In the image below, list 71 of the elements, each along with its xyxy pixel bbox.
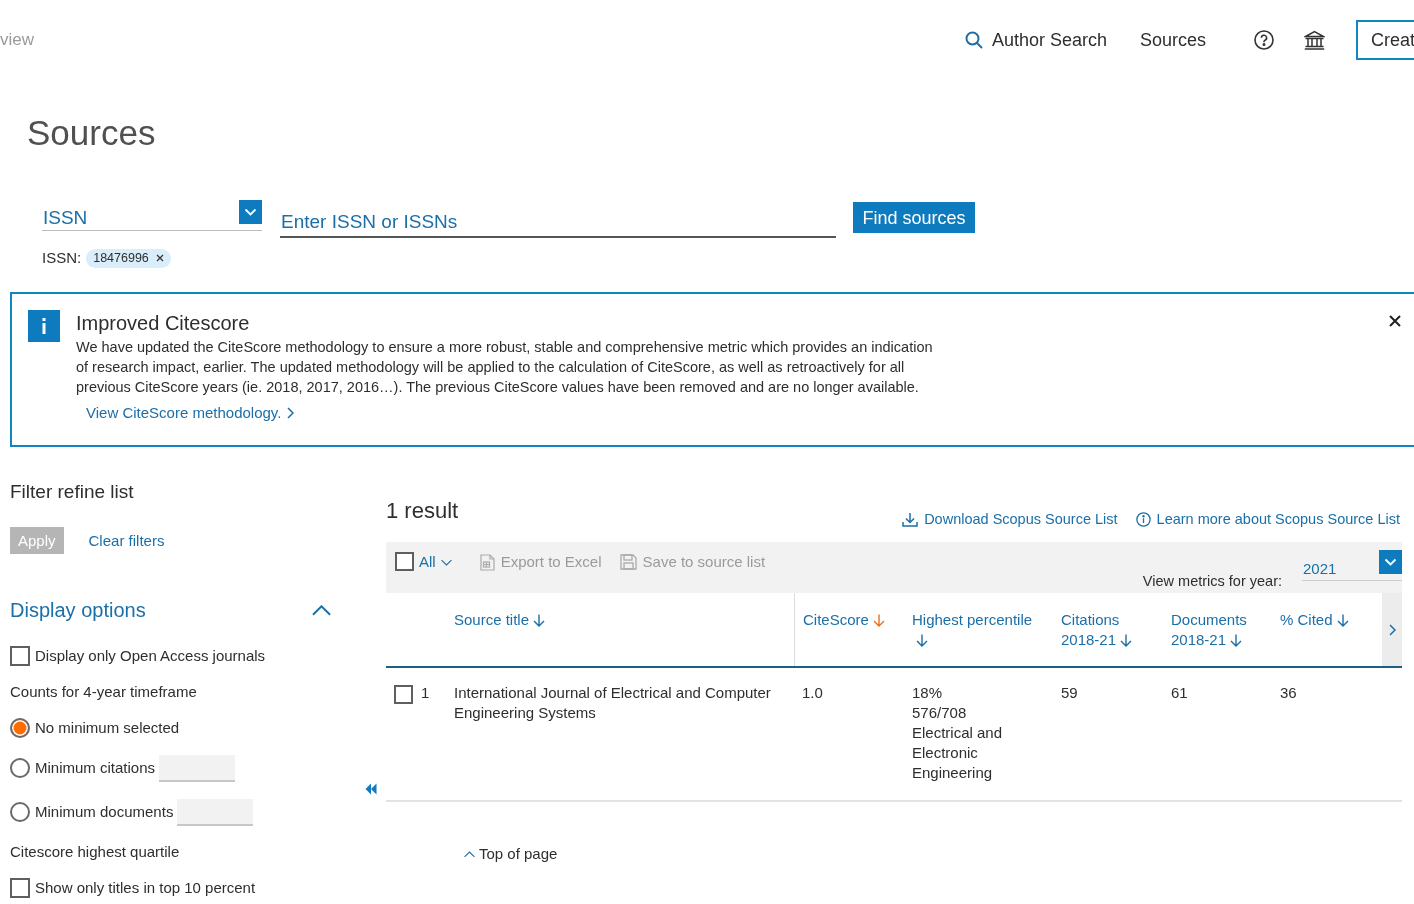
checkbox-label: Display only Open Access journals bbox=[35, 646, 266, 666]
checkbox[interactable] bbox=[10, 646, 30, 666]
radio-button[interactable] bbox=[10, 802, 30, 822]
spreadsheet-icon bbox=[479, 553, 495, 571]
table-cell-text: Electrical and Electronic Engineering bbox=[912, 723, 1004, 783]
filter-label: ISSN: bbox=[42, 248, 82, 268]
top-of-page-link[interactable]: Top of page bbox=[464, 844, 558, 864]
search-type-select[interactable]: ISSN bbox=[42, 200, 262, 231]
table-cell: 1.0 bbox=[802, 684, 823, 701]
column-header[interactable]: CiteScore bbox=[803, 610, 885, 630]
table-cell: 18% bbox=[912, 684, 943, 701]
checkbox[interactable] bbox=[395, 552, 414, 571]
close-icon[interactable] bbox=[155, 254, 164, 262]
filter-title: Filter refine list bbox=[10, 480, 134, 504]
caret-icon bbox=[440, 558, 452, 566]
radio-button[interactable] bbox=[10, 758, 30, 778]
find-sources-button[interactable]: Find sources bbox=[853, 202, 975, 233]
table-cell: 59 bbox=[1061, 684, 1078, 701]
checkbox[interactable] bbox=[10, 878, 30, 898]
column-header[interactable]: % Cited bbox=[1280, 610, 1349, 630]
header-link[interactable]: view bbox=[0, 30, 34, 50]
sources-link[interactable]: Sources bbox=[1139, 30, 1206, 50]
close-icon[interactable] bbox=[1389, 315, 1401, 327]
radio-button[interactable] bbox=[10, 718, 30, 738]
create-button[interactable]: Creat bbox=[1356, 20, 1414, 60]
download-icon bbox=[902, 511, 919, 527]
chevron-up-icon[interactable] bbox=[312, 604, 331, 616]
table-cell: 576/708 bbox=[912, 704, 967, 721]
table-cell: 61 bbox=[1171, 684, 1188, 701]
chevron-down-icon bbox=[1379, 550, 1402, 574]
column-header[interactable]: Citations 2018-21 bbox=[1061, 610, 1155, 650]
column-header[interactable]: Highest percentile bbox=[912, 610, 1045, 650]
info-icon bbox=[1135, 511, 1151, 527]
column-header[interactable]: Documents 2018-21 bbox=[1171, 610, 1264, 650]
banner-text: We have updated the CiteScore methodology to ensure a more robust, stable and comprehensive metric which provides an indication of research impact, earlier. The updated methodology will be applied to the calculation of CiteScore, as well as retroactively for all previous CiteScore years (ie. 2018, 2017, 2016…). The previous CiteScore values have been removed and are no longer available. bbox=[76, 338, 934, 397]
banner-title: Improved Citescore bbox=[76, 311, 250, 335]
radio-label: No minimum selected bbox=[35, 718, 180, 738]
search-icon bbox=[964, 31, 983, 49]
download-link[interactable]: Download Scopus Source List bbox=[902, 509, 1118, 529]
clear-filters-link[interactable]: Clear filters bbox=[88, 530, 165, 551]
column-header[interactable]: Source title bbox=[454, 610, 546, 630]
save-icon bbox=[619, 554, 637, 570]
double-arrow-left-icon[interactable] bbox=[365, 783, 377, 795]
filter-chip[interactable]: 18476996 bbox=[86, 248, 171, 268]
section-title: Display options bbox=[10, 600, 146, 620]
year-label: View metrics for year: bbox=[1142, 572, 1282, 591]
learn-more-link[interactable]: Learn more about Scopus Source List bbox=[1135, 509, 1400, 529]
table-cell: 36 bbox=[1280, 684, 1297, 701]
page-title: Sources bbox=[27, 112, 156, 154]
checkbox[interactable] bbox=[394, 685, 413, 704]
institution-icon[interactable] bbox=[1304, 30, 1325, 50]
radio-label: Minimum documents bbox=[35, 802, 174, 822]
help-icon[interactable] bbox=[1254, 30, 1274, 50]
info-icon bbox=[28, 310, 60, 342]
author-search-link[interactable]: Author Search bbox=[964, 30, 1107, 50]
source-title-cell-text: International Journal of Electrical and Computer Engineering Systems bbox=[454, 683, 772, 723]
group-label: Counts for 4-year timeframe bbox=[10, 682, 197, 702]
checkbox-label: Show only titles in top 10 percent bbox=[35, 878, 256, 898]
select-all-dropdown[interactable]: All bbox=[419, 552, 452, 572]
result-count: 1 result bbox=[386, 497, 459, 525]
chevron-down-icon bbox=[239, 200, 262, 224]
year-select[interactable]: 2021 bbox=[1302, 550, 1402, 581]
input-field[interactable] bbox=[159, 754, 236, 782]
chevron-up-icon bbox=[464, 850, 475, 858]
group-label: Citescore highest quartile bbox=[10, 842, 180, 862]
chevron-right-icon bbox=[1388, 623, 1396, 636]
row-number: 1 bbox=[421, 683, 430, 703]
radio-label: Minimum citations bbox=[35, 758, 156, 778]
input-field[interactable] bbox=[177, 798, 254, 826]
chevron-right-icon bbox=[287, 407, 295, 419]
methodology-link[interactable]: View CiteScore methodology. bbox=[86, 403, 295, 423]
